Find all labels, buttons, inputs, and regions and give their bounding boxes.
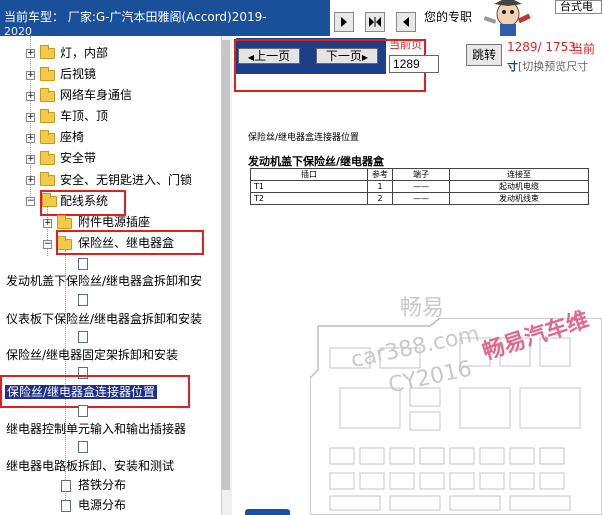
tree-item-label[interactable]: 后视镜 [60,65,96,83]
table-row: T2 2 —— 发动机线束 [250,192,589,205]
brand-badge: 台式电 [555,0,602,14]
table-header: 端子 [392,168,450,181]
collapse-left-button[interactable] [334,12,354,32]
highlight-connector-location [0,375,190,408]
collapse-icon[interactable]: − [26,197,35,206]
tree-item-relay-board[interactable]: 继电器电路板拆卸、安装和测试 [6,457,174,475]
tree-item-label[interactable]: 座椅 [60,128,84,146]
tree-item-label[interactable]: 附件电源插座 [78,213,150,231]
arrow-right-icon [341,17,347,27]
expand-icon[interactable]: + [26,113,35,122]
preview-size-toggle[interactable]: 寸[切换预览尺寸 [507,58,588,74]
tree-item-fuse-holder[interactable]: 保险丝/继电器固定架拆卸和安装 [6,346,178,364]
expand-icon[interactable]: + [26,176,35,185]
expand-icon[interactable]: + [26,92,35,101]
expand-both-icon [369,17,381,27]
car-model-line2: 2020 [4,25,32,36]
document-heading: 保险丝/继电器盒连接器位置 [248,133,360,143]
folder-icon [40,88,55,102]
tree-item-relay-control-unit[interactable]: 继电器控制单元输入和输出插接器 [6,420,186,438]
preview-hint-label[interactable]: [切换预览尺寸 [518,60,588,73]
document-icon [78,294,88,306]
folder-icon [40,67,55,81]
watermark-text: 畅易 [400,296,445,321]
connector-table: 插口 参考 端子 连接至 T1 1 —— 起动机电缆 T2 2 —— 发动机线束 [250,168,589,205]
table-row: T1 1 —— 起动机电缆 [250,180,589,193]
highlight-fuse-relay-box [56,230,204,255]
tree-item-ground-distribution[interactable]: 搭铁分布 [78,476,126,494]
toggle-panes-button[interactable] [365,12,385,32]
table-cell: T2 [250,192,368,205]
tree-item-label[interactable]: 灯，内部 [60,44,108,62]
document-icon [78,258,88,270]
document-icon [61,500,71,512]
current-page-label: 当前页 [389,38,422,51]
tree-scrollbar-thumb[interactable] [222,40,230,490]
folder-icon [57,215,72,229]
page-count: 1289/ 1753 [507,40,576,54]
arrow-left-icon [403,17,409,27]
tree-item-label[interactable]: 安全、无钥匙进入、门锁 [60,171,192,189]
jump-button[interactable]: 跳转 [466,44,502,66]
car-model-line1: 当前车型： 厂家:G-广汽本田雅阁(Accord)2019- [4,10,267,24]
table-cell: —— [392,192,450,205]
tree-item-underhood-fuse-removal[interactable]: 发动机盖下保险丝/继电器盒拆卸和安 [6,272,202,290]
expand-icon[interactable]: + [26,155,35,164]
table-cell: T1 [250,180,368,193]
table-cell: 发动机线束 [449,192,589,205]
document-icon [78,331,88,343]
document-icon [78,441,88,453]
car-model-title: 当前车型： 厂家:G-广汽本田雅阁(Accord)2019- 2020 [0,0,330,36]
table-header: 参考 [367,168,393,181]
current-label-2: 当前 [571,42,596,56]
expand-icon[interactable]: + [43,219,52,228]
folder-icon [40,172,55,186]
tree-item-label[interactable]: 安全带 [60,149,96,167]
mascot-icon [483,0,531,36]
collapse-right-button[interactable] [396,12,416,32]
document-subtitle: 发动机盖下保险丝/继电器盒 [248,155,385,168]
folder-icon [40,151,55,165]
expand-icon[interactable]: + [26,134,35,143]
table-cell: 2 [367,192,393,205]
document-icon [61,480,71,492]
top-bar: 当前车型： 厂家:G-广汽本田雅阁(Accord)2019- 2020 您的专职… [0,0,602,36]
collapse-icon[interactable]: − [43,240,52,249]
mode-label: 您的专职 [424,10,473,24]
folder-icon [40,109,55,123]
tree-item-dash-fuse-removal[interactable]: 仪表板下保险丝/继电器盒拆卸和安装 [6,310,202,328]
table-cell: —— [392,180,450,193]
tree-item-label[interactable]: 网络车身通信 [60,86,132,104]
page-number-input[interactable]: 1289 [389,55,439,73]
bottom-tab[interactable] [245,509,290,515]
table-header: 连接至 [449,168,589,181]
table-header: 插口 [250,168,368,181]
table-header-row: 插口 参考 端子 连接至 [250,168,589,181]
preview-hint-prefix: 寸 [507,60,518,73]
folder-icon [40,45,55,59]
document-icon [78,405,88,417]
tree-item-label[interactable]: 车顶、顶 [60,107,108,125]
tree-item-power-distribution[interactable]: 电源分布 [78,496,126,514]
folder-icon [40,130,55,144]
expand-icon[interactable]: + [26,49,35,58]
table-cell: 起动机电缆 [449,180,589,193]
table-cell: 1 [367,180,393,193]
expand-icon[interactable]: + [26,71,35,80]
